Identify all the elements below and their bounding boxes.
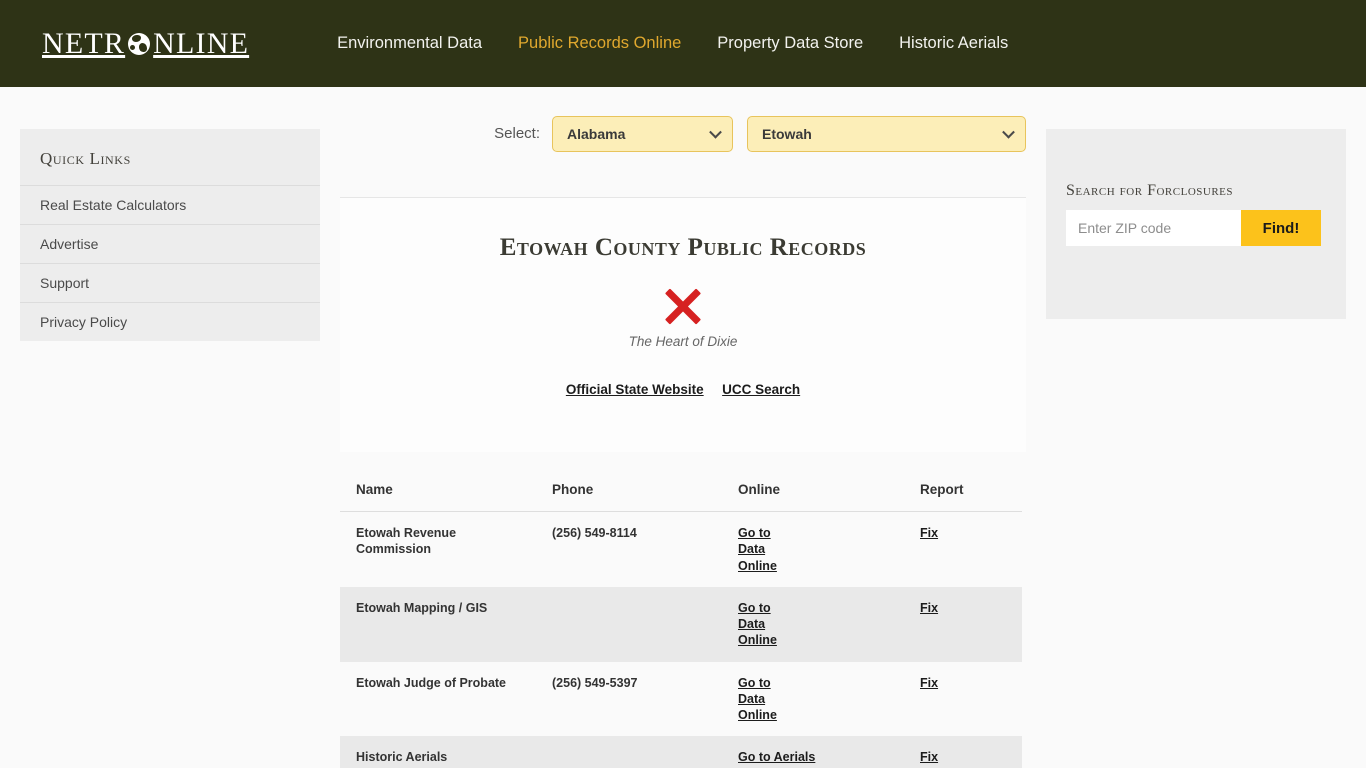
nav-item-property-data-store[interactable]: Property Data Store	[699, 28, 881, 59]
globe-icon	[126, 31, 152, 57]
foreclosure-search-title: Search for Forclosures	[1066, 182, 1233, 199]
fix-link[interactable]: Fix	[920, 676, 938, 690]
state-select-value: Alabama	[567, 125, 626, 142]
main-navigation: Environmental Data Public Records Online…	[319, 28, 1026, 59]
logo-text-after: NLINE	[153, 26, 250, 60]
cell-report: Fix	[904, 736, 1022, 768]
table-row: Etowah Judge of Probate (256) 549-5397 G…	[340, 662, 1022, 737]
cell-phone: (256) 549-8114	[552, 526, 637, 540]
nav-item-public-records-online[interactable]: Public Records Online	[500, 28, 699, 59]
cell-online: Go to Data Online	[722, 586, 904, 662]
table-row: Historic Aerials Go to Aerials Fix	[340, 736, 1022, 768]
state-seal-block: The Heart of Dixie	[340, 284, 1026, 349]
column-header-report: Report	[904, 468, 1022, 512]
cell-report: Fix	[904, 586, 1022, 662]
page-title: Etowah County Public Records	[499, 234, 867, 261]
site-logo[interactable]: NETR NLINE	[42, 26, 250, 60]
sidebar-item-privacy-policy[interactable]: Privacy Policy	[20, 302, 320, 341]
main-content: Select: Alabama Etowah Etowah County Pub…	[340, 87, 1026, 768]
column-header-online: Online	[722, 468, 904, 512]
fix-link[interactable]: Fix	[920, 526, 938, 540]
column-header-phone: Phone	[536, 468, 722, 512]
cell-phone	[536, 586, 722, 662]
cell-phone	[536, 736, 722, 768]
sidebar-item-real-estate-calculators[interactable]: Real Estate Calculators	[20, 185, 320, 224]
county-select[interactable]: Etowah	[747, 115, 1026, 152]
top-navigation-bar: NETR NLINE Environmental Data Public Rec…	[0, 0, 1366, 87]
go-to-data-online-link[interactable]: Go to Data Online	[738, 525, 800, 574]
location-selector-row: Select: Alabama Etowah	[340, 87, 1026, 197]
cell-online: Go to Data Online	[722, 512, 904, 587]
county-select-value: Etowah	[762, 125, 812, 142]
cell-name: Etowah Judge of Probate	[356, 675, 507, 690]
page-body: Quick Links Real Estate Calculators Adve…	[0, 87, 1366, 768]
column-header-name: Name	[340, 468, 536, 512]
cell-report: Fix	[904, 512, 1022, 587]
table-header-row: Name Phone Online Report	[340, 468, 1022, 512]
records-table-body: Etowah Revenue Commission (256) 549-8114…	[340, 512, 1022, 768]
cell-name: Etowah Revenue Commission	[356, 526, 457, 557]
nav-item-historic-aerials[interactable]: Historic Aerials	[881, 28, 1026, 59]
find-button[interactable]: Find!	[1241, 210, 1321, 246]
official-state-website-link[interactable]: Official State Website	[566, 382, 704, 397]
cell-name: Etowah Mapping / GIS	[340, 586, 536, 662]
select-label: Select:	[494, 125, 540, 142]
county-summary-card: Etowah County Public Records The Heart o…	[340, 197, 1026, 452]
quick-links-panel: Quick Links Real Estate Calculators Adve…	[20, 129, 320, 341]
fix-link[interactable]: Fix	[920, 750, 938, 764]
records-table-head: Name Phone Online Report	[340, 468, 1022, 512]
records-table: Name Phone Online Report Etowah Revenue …	[340, 468, 1022, 768]
go-to-aerials-link[interactable]: Go to Aerials	[738, 750, 815, 764]
nav-item-environmental-data[interactable]: Environmental Data	[319, 28, 500, 59]
cell-online: Go to Aerials	[722, 736, 904, 768]
cell-name: Historic Aerials	[340, 736, 536, 768]
cell-online: Go to Data Online	[722, 662, 904, 737]
logo-text-before: NETR	[42, 26, 126, 60]
foreclosure-search-panel: Search for Forclosures Find!	[1046, 129, 1346, 319]
go-to-data-online-link[interactable]: Go to Data Online	[738, 675, 800, 724]
cell-phone: (256) 549-5397	[552, 675, 638, 690]
state-seal-alt-text: The Heart of Dixie	[628, 334, 738, 349]
broken-image-icon	[661, 284, 705, 328]
cell-report: Fix	[904, 662, 1022, 737]
zip-code-input[interactable]	[1066, 210, 1241, 246]
state-links: Official State Website UCC Search	[340, 349, 1026, 399]
table-row: Etowah Revenue Commission (256) 549-8114…	[340, 512, 1022, 587]
ucc-search-link[interactable]: UCC Search	[722, 382, 800, 397]
chevron-down-icon	[709, 125, 722, 139]
table-row: Etowah Mapping / GIS Go to Data Online F…	[340, 586, 1022, 662]
chevron-down-icon	[1002, 125, 1015, 139]
sidebar-item-advertise[interactable]: Advertise	[20, 224, 320, 263]
fix-link[interactable]: Fix	[920, 601, 938, 615]
foreclosure-search-form: Find!	[1046, 210, 1346, 246]
go-to-data-online-link[interactable]: Go to Data Online	[738, 600, 800, 649]
quick-links-title: Quick Links	[40, 149, 131, 168]
state-select[interactable]: Alabama	[552, 115, 733, 152]
sidebar-item-support[interactable]: Support	[20, 263, 320, 302]
